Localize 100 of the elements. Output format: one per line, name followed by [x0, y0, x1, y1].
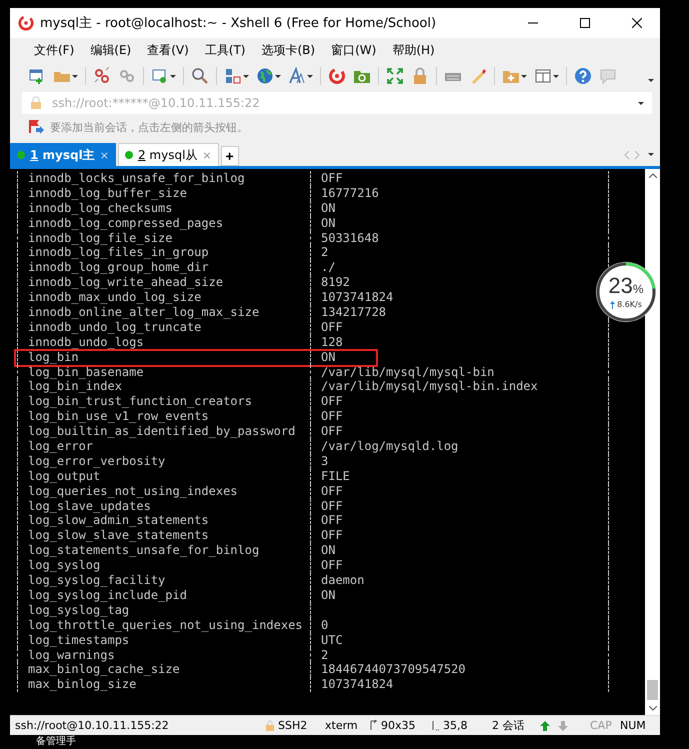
hint-text: 要添加当前会话，点击左侧的箭头按钮。 — [50, 120, 248, 134]
variable-name: innodb_undo_log_truncate — [17, 320, 310, 335]
status-address: ssh://root@10.10.11.155:22 — [15, 719, 170, 732]
variable-name: log_timestamps — [17, 632, 310, 648]
variable-name: innodb_log_compressed_pages — [17, 216, 310, 231]
variable-name: log_slave_updates — [17, 498, 310, 514]
variable-value: OFF — [310, 558, 608, 574]
swirl-logo-icon — [18, 15, 34, 31]
variable-value: /var/log/mysqld.log — [310, 439, 608, 454]
variable-name: innodb_max_undo_log_size — [17, 290, 310, 306]
variable-value: 18446744073709547520 — [310, 662, 608, 678]
help-icon[interactable] — [574, 67, 592, 85]
variable-value: ON — [310, 588, 608, 603]
num-lock-indicator: NUM — [620, 719, 646, 732]
flag-arrow-icon — [28, 119, 44, 135]
variable-value: ON — [310, 350, 608, 365]
variable-name: log_bin_use_v1_row_events — [17, 409, 310, 424]
session-tab[interactable]: 2 mysql从 × — [118, 143, 219, 166]
variable-value: OFF — [310, 528, 608, 544]
variable-value: OFF — [310, 424, 608, 440]
variable-name: log_bin_index — [17, 379, 310, 394]
scroll-down-icon[interactable] — [648, 706, 656, 711]
variable-value: 16777216 — [310, 186, 608, 201]
variable-name: log_throttle_queries_not_using_indexes — [17, 618, 310, 633]
variable-value: OFF — [310, 484, 608, 499]
overflow-caret-icon[interactable] — [648, 78, 654, 82]
session-tab[interactable]: 1 mysql主 × — [10, 143, 116, 166]
variable-value: ON — [310, 200, 608, 216]
window-title: mysql主 - root@localhost:~ - Xshell 6 (Free for Home/School) — [40, 15, 438, 32]
variable-name: innodb_log_files_in_group — [17, 245, 310, 260]
menu-item[interactable]: 编辑(E) — [82, 40, 140, 60]
variable-name: innodb_log_checksums — [17, 200, 310, 216]
variable-value: OFF — [310, 498, 608, 514]
disconnect-icon[interactable] — [93, 67, 111, 85]
variable-value: daemon — [310, 573, 608, 588]
variable-name: log_builtin_as_identified_by_password — [17, 424, 310, 440]
menu-item[interactable]: 查看(V) — [139, 40, 197, 60]
variable-name: log_slow_admin_statements — [17, 513, 310, 528]
variable-name: innodb_log_buffer_size — [17, 186, 310, 201]
speed-reading: 8.6K/s — [617, 300, 642, 309]
variable-value: ON — [310, 543, 608, 558]
variable-name: log_bin_basename — [17, 364, 310, 380]
variable-name: innodb_undo_logs — [17, 334, 310, 350]
lock-icon — [265, 720, 275, 732]
cursor-position: 35,8 — [443, 719, 468, 732]
menu-item[interactable]: 窗口(W) — [323, 40, 384, 60]
caret-icon[interactable] — [243, 74, 249, 78]
resize-icon — [370, 720, 378, 731]
cursor-icon — [432, 720, 440, 731]
variable-value: FILE — [310, 468, 608, 484]
variable-value: OFF — [310, 171, 608, 186]
caret-icon[interactable] — [638, 102, 644, 104]
menu-item[interactable]: 工具(T) — [196, 40, 254, 60]
globe-icon[interactable] — [256, 67, 274, 85]
caret-icon[interactable] — [72, 74, 78, 78]
variable-name: innodb_online_alter_log_max_size — [17, 305, 310, 320]
caret-icon[interactable] — [307, 74, 313, 78]
caret-icon[interactable] — [170, 74, 176, 78]
scroll-up-icon[interactable] — [648, 173, 656, 178]
protocol-text: SSH2 — [278, 719, 308, 732]
percent-reading: 23% — [608, 275, 644, 300]
scroll-thumb[interactable] — [647, 680, 658, 700]
tab-nav-arrows-icon — [624, 150, 640, 160]
download-arrow-icon — [558, 720, 568, 730]
upload-arrow-icon — [610, 300, 616, 308]
variable-name: innodb_locks_unsafe_for_binlog — [17, 171, 310, 186]
caret-icon[interactable] — [553, 74, 559, 78]
font-icon[interactable] — [288, 67, 306, 85]
terminal-type: xterm — [325, 719, 359, 732]
variable-name: log_warnings — [17, 648, 310, 662]
variable-value: 2 — [310, 245, 608, 260]
variable-name: log_syslog — [17, 558, 310, 574]
variable-value: /var/lib/mysql/mysql-bin.index — [310, 379, 608, 394]
transfer-icon[interactable] — [224, 67, 242, 85]
layout-icon[interactable] — [534, 67, 552, 85]
menu-item[interactable]: 帮助(H) — [384, 40, 443, 60]
terminal-size: 90x35 — [381, 719, 416, 732]
search-icon[interactable] — [191, 67, 209, 85]
variable-name: log_syslog_facility — [17, 573, 310, 588]
variable-name: log_statements_unsafe_for_binlog — [17, 543, 310, 558]
caret-icon[interactable] — [521, 74, 527, 78]
variable-name: log_queries_not_using_indexes — [17, 484, 310, 499]
variable-value: 3 — [310, 454, 608, 469]
variable-name: log_bin_trust_function_creators — [17, 394, 310, 410]
variable-name: max_binlog_cache_size — [17, 662, 310, 678]
menu-item[interactable]: 文件(F) — [26, 40, 82, 60]
menu-item[interactable]: 选项卡(B) — [254, 40, 324, 60]
variable-value: OFF — [310, 320, 608, 335]
new-tab-button[interactable]: + — [220, 146, 239, 166]
caps-lock-indicator: CAP — [590, 719, 613, 732]
fullscreen-icon[interactable] — [386, 67, 404, 85]
variable-value: OFF — [310, 409, 608, 424]
variable-value: 2 — [310, 648, 608, 662]
variable-value: ON — [310, 216, 608, 231]
scrollbar[interactable] — [645, 169, 660, 715]
caret-icon[interactable] — [275, 74, 281, 78]
variable-name: log_output — [17, 468, 310, 484]
swirl-icon[interactable] — [328, 67, 346, 85]
caret-icon[interactable] — [648, 153, 654, 156]
variable-value: /var/lib/mysql/mysql-bin — [310, 364, 608, 380]
